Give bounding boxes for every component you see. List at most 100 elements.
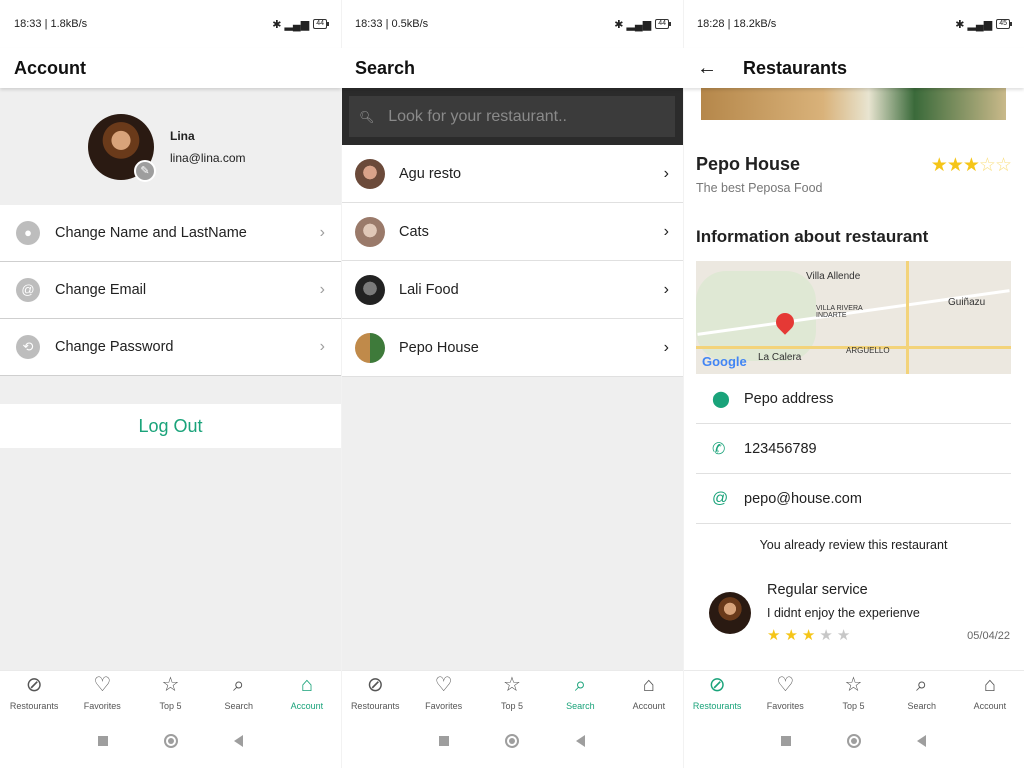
nav-top5[interactable]: ☆ Top 5 <box>478 671 546 714</box>
nav-label: Favorites <box>83 701 121 711</box>
home-button[interactable] <box>847 734 861 748</box>
status-icons: ✱ ▂▄▆ 45 <box>955 18 1012 31</box>
avatar[interactable]: ✎ <box>88 113 156 182</box>
change-password-item[interactable]: ⟲ Change Password › <box>0 319 341 376</box>
restaurant-photo <box>701 88 1006 120</box>
list-item[interactable]: Cats › <box>341 203 683 261</box>
divider <box>341 0 342 768</box>
home-button[interactable] <box>164 734 178 748</box>
nav-search[interactable]: ⌕ Search <box>888 671 956 714</box>
change-name-item[interactable]: ● Change Name and LastName › <box>0 205 341 262</box>
reviewed-notice: You already review this restaurant <box>759 538 948 552</box>
heart-icon: ♡ <box>776 674 795 696</box>
compass-icon: ⊘ <box>708 674 726 696</box>
status-icons: ✱ ▂▄▆ 44 <box>614 18 671 31</box>
star-filled-icon: ★ <box>962 155 980 176</box>
account-content: ✎ Lina lina@lina.com ● Change Name and L… <box>0 88 341 670</box>
star-icon: ☆ <box>503 674 521 696</box>
nav-account[interactable]: ⌂ Account <box>273 671 341 714</box>
nav-favorites[interactable]: ♡ Favorites <box>409 671 477 714</box>
change-password-label: Change Password <box>55 339 174 355</box>
battery-icon: 44 <box>313 19 329 29</box>
map-label: VILLA RIVERA INDARTE <box>816 305 863 319</box>
edit-avatar-icon[interactable]: ✎ <box>134 159 156 182</box>
back-button[interactable] <box>234 735 243 747</box>
review-title: Regular service <box>767 582 868 598</box>
list-item[interactable]: Agu resto › <box>341 145 683 203</box>
star-filled-icon: ★ <box>930 155 948 176</box>
home-icon: ⌂ <box>642 674 655 696</box>
avatar <box>355 274 385 305</box>
home-icon: ⌂ <box>983 674 996 696</box>
chevron-right-icon: › <box>663 222 669 240</box>
back-button[interactable] <box>917 735 926 747</box>
nav-label: Top 5 <box>159 701 182 711</box>
review-body: Regular service I didnt enjoy the experi… <box>767 582 920 644</box>
nav-favorites[interactable]: ♡ Favorites <box>68 671 136 714</box>
avatar <box>709 592 751 634</box>
profile-header: ✎ Lina lina@lina.com <box>0 88 341 205</box>
search-input[interactable] <box>388 107 665 126</box>
nav-top5[interactable]: ☆ Top 5 <box>819 671 887 714</box>
avatar <box>355 332 385 363</box>
nav-search[interactable]: ⌕ Search <box>205 671 273 714</box>
review-rating: ★★★★★ <box>767 626 920 644</box>
nav-label: Search <box>566 701 595 711</box>
restaurant-name: Pepo House <box>696 154 801 174</box>
person-icon: ● <box>16 221 40 245</box>
home-button[interactable] <box>505 734 520 748</box>
google-logo: Google <box>702 354 747 369</box>
address-row[interactable]: ⬤ Pepo address <box>696 374 1011 424</box>
nav-label: Favorites <box>766 701 804 711</box>
list-item[interactable]: Lali Food › <box>341 261 683 319</box>
nav-account[interactable]: ⌂ Account <box>615 671 683 714</box>
star-filled-icon: ★ <box>767 627 785 644</box>
status-time: 18:28 | 18.2kB/s <box>697 18 777 30</box>
back-button[interactable] <box>575 735 585 747</box>
nav-restaurants[interactable]: ⊘ Restourants <box>683 671 751 714</box>
email-row[interactable]: @ pepo@house.com <box>696 474 1011 524</box>
nav-label: Search <box>907 701 936 711</box>
bottom-nav: ⊘ Restourants ♡ Favorites ☆ Top 5 ⌕ Search ⌂… <box>0 670 341 714</box>
app-bar: Account <box>0 48 341 88</box>
home-icon: ⌂ <box>300 674 313 696</box>
list-item-label: Cats <box>399 223 429 240</box>
nav-restaurants[interactable]: ⊘ Restourants <box>341 671 409 714</box>
nav-label: Favorites <box>425 701 463 711</box>
recents-button[interactable] <box>98 736 108 746</box>
avatar <box>355 216 385 247</box>
nav-account[interactable]: ⌂ Account <box>956 671 1024 714</box>
change-name-label: Change Name and LastName <box>55 225 247 241</box>
nav-favorites[interactable]: ♡ Favorites <box>751 671 819 714</box>
logout-button[interactable]: Log Out <box>0 404 341 448</box>
lock-reset-icon: ⟲ <box>16 335 40 359</box>
review-text: I didnt enjoy the experienve <box>767 606 920 620</box>
email-text: pepo@house.com <box>744 490 862 507</box>
map[interactable]: Villa Allende VILLA RIVERA INDARTE Guiña… <box>696 261 1011 374</box>
list-item-label: Agu resto <box>399 165 462 182</box>
at-icon: @ <box>712 489 729 507</box>
star-filled-icon: ★ <box>801 627 820 644</box>
review-date: 05/04/22 <box>967 630 1010 642</box>
recents-button[interactable] <box>781 736 791 746</box>
list-item[interactable]: Pepo House › <box>341 319 683 377</box>
status-bar: 18:28 | 18.2kB/s ✱ ▂▄▆ 45 <box>683 0 1024 48</box>
phone-row[interactable]: ✆ 123456789 <box>696 424 1011 474</box>
location-pin-icon: ⬤ <box>712 390 730 408</box>
search-bar: 🔍︎ <box>341 88 683 145</box>
change-email-item[interactable]: @ Change Email › <box>0 262 341 319</box>
recents-button[interactable] <box>439 736 450 746</box>
status-bar: 18:33 | 0.5kB/s ✱ ▂▄▆ 44 <box>341 0 683 48</box>
nav-top5[interactable]: ☆ Top 5 <box>136 671 204 714</box>
page-title: Search <box>355 57 416 78</box>
status-bar: 18:33 | 1.8kB/s ✱ ▂▄▆ 44 <box>0 0 341 48</box>
system-nav <box>0 714 341 768</box>
nav-restaurants[interactable]: ⊘ Restourants <box>0 671 68 714</box>
nav-search[interactable]: ⌕ Search <box>546 671 614 714</box>
back-arrow-icon[interactable]: ← <box>697 57 717 80</box>
profile-name: Lina <box>170 128 195 143</box>
search-box[interactable]: 🔍︎ <box>349 96 675 137</box>
restaurant-title-block: Pepo House The best Peposa Food <box>696 154 822 195</box>
nav-label: Search <box>224 701 253 711</box>
restaurant-description: The best Peposa Food <box>696 181 823 195</box>
